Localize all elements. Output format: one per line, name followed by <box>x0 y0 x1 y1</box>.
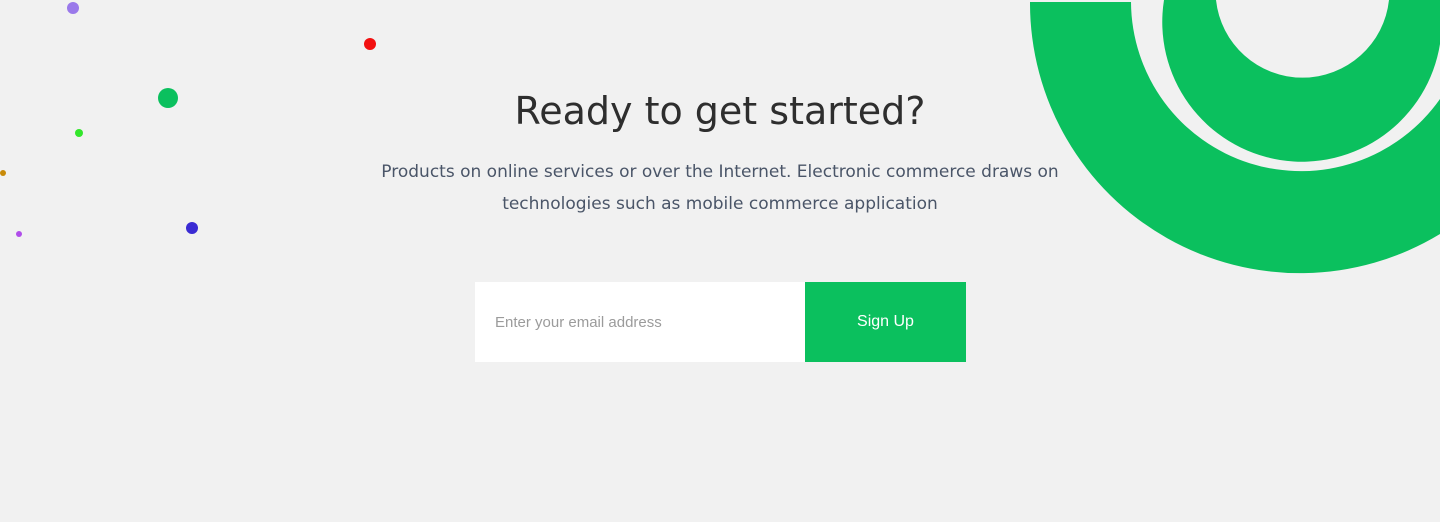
email-input[interactable] <box>475 282 805 362</box>
inner-ring <box>1162 0 1440 162</box>
cta-heading: Ready to get started? <box>514 89 926 133</box>
cta-description: Products on online services or over the … <box>381 162 1059 214</box>
decorative-dot-blue <box>186 222 198 234</box>
decorative-dot-purple <box>67 2 79 14</box>
decorative-dot-red <box>364 38 376 50</box>
decorative-dot-orange <box>0 170 6 176</box>
decorative-arc-shape <box>1030 0 1440 274</box>
signup-form: Sign Up <box>475 282 966 362</box>
cta-section: Ready to get started? Products on online… <box>0 0 1440 522</box>
decorative-dot-violet <box>16 231 22 237</box>
signup-button[interactable]: Sign Up <box>805 282 966 362</box>
